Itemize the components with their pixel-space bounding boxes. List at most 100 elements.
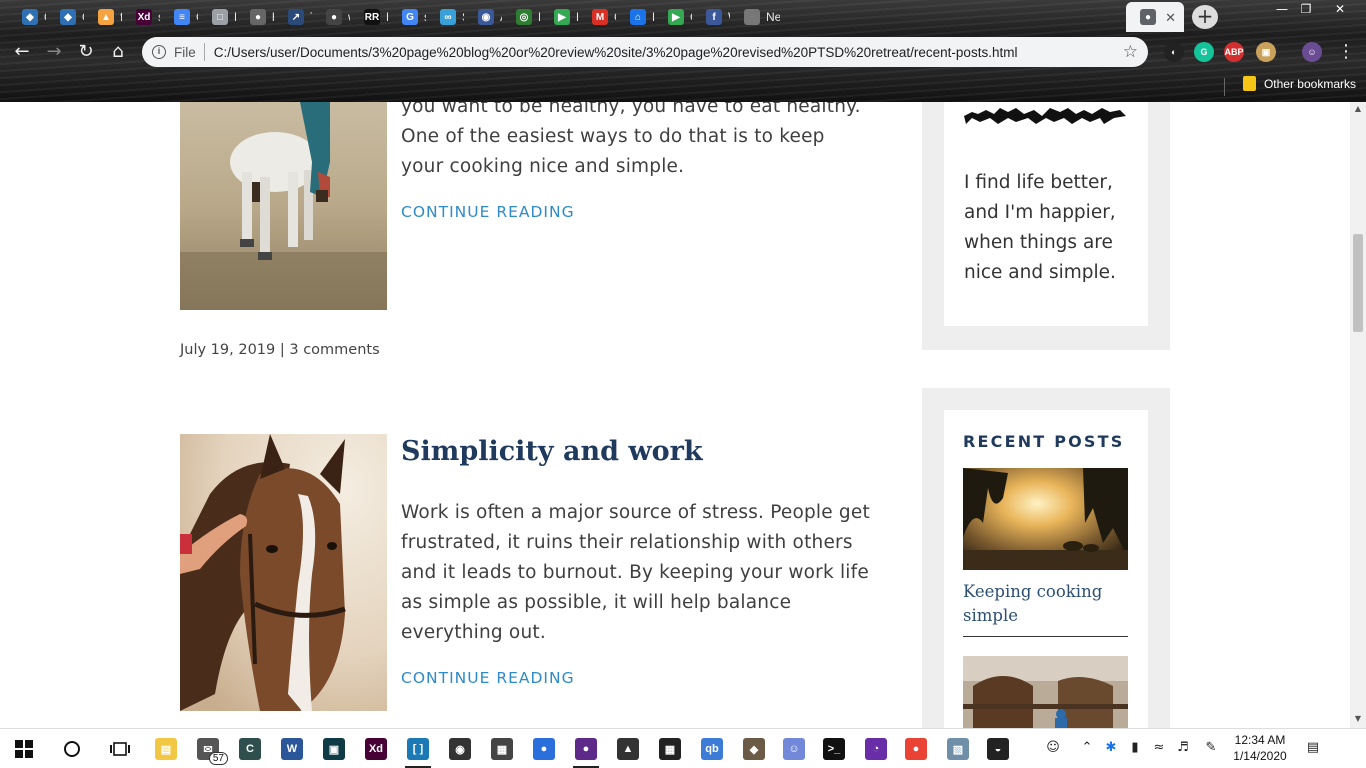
back-icon[interactable]: ← bbox=[10, 40, 34, 64]
browser-tab[interactable]: ▲fle bbox=[84, 2, 122, 32]
continue-reading-link[interactable]: CONTINUE READING bbox=[401, 669, 575, 687]
extension-icon[interactable]: ☺ bbox=[1302, 42, 1322, 62]
inkscape-icon: ▲ bbox=[617, 738, 639, 760]
taskbar-app-button[interactable]: ☺ bbox=[778, 733, 810, 765]
browser-tab[interactable]: fWi bbox=[692, 2, 730, 32]
taskbar-app-button[interactable]: ▲ bbox=[612, 733, 644, 765]
browser-tab[interactable]: ∞Sin bbox=[426, 2, 464, 32]
browser-tab[interactable]: ⌂Re bbox=[616, 2, 654, 32]
taskbar-app-button[interactable]: ● bbox=[528, 733, 560, 765]
taskbar-app-button[interactable]: W bbox=[276, 733, 308, 765]
taskbar-app-button[interactable]: ✉ 57 bbox=[192, 733, 228, 765]
taskbar-app-button[interactable]: qb bbox=[696, 733, 728, 765]
browser-tab[interactable]: ●he bbox=[236, 2, 274, 32]
bluetooth-icon[interactable]: ✱ bbox=[1102, 740, 1120, 758]
scroll-thumb[interactable] bbox=[1353, 234, 1363, 332]
cortana-search-button[interactable] bbox=[56, 733, 88, 765]
browser-tab[interactable]: ▶Bry bbox=[540, 2, 578, 32]
scroll-down-icon[interactable]: ▼ bbox=[1350, 714, 1366, 726]
taskbar-app-button[interactable]: ◆ bbox=[738, 733, 770, 765]
taskbar-app-button[interactable]: ▦ bbox=[654, 733, 686, 765]
post-image-rider[interactable] bbox=[180, 102, 387, 310]
extension-icon[interactable]: ABP bbox=[1224, 42, 1244, 62]
browser-tab[interactable]: ◎Ex bbox=[502, 2, 540, 32]
tab-label: New Ta bbox=[766, 10, 780, 24]
recent-post-image[interactable] bbox=[963, 468, 1128, 570]
browser-tab[interactable]: Gsin bbox=[388, 2, 426, 32]
people-icon[interactable]: ☺ bbox=[1044, 740, 1062, 758]
browser-tab[interactable]: Xdspl bbox=[122, 2, 160, 32]
bookmark-star-icon[interactable]: ☆ bbox=[1123, 42, 1138, 62]
browser-tab[interactable]: ◆On bbox=[46, 2, 84, 32]
post-excerpt: Work is often a major source of stress. … bbox=[401, 502, 870, 643]
restore-button[interactable]: ❐ bbox=[1294, 2, 1318, 18]
bookmarks-divider bbox=[1224, 78, 1225, 96]
taskbar-app-button[interactable]: Xd bbox=[360, 733, 392, 765]
browser-tab[interactable]: ≡Co bbox=[160, 2, 198, 32]
browser-tab[interactable]: RRNe bbox=[350, 2, 388, 32]
task-view-button[interactable] bbox=[104, 733, 136, 765]
browser-tab[interactable]: ◉Ab bbox=[464, 2, 502, 32]
close-window-button[interactable]: ✕ bbox=[1328, 2, 1352, 18]
clock-date: 1/14/2020 bbox=[1233, 749, 1287, 763]
url-scheme-label: File bbox=[174, 44, 196, 60]
browser-tab[interactable]: ◆On bbox=[8, 2, 46, 32]
recent-posts-heading: RECENT POSTS bbox=[963, 432, 1125, 451]
taskbar-app-button[interactable]: ◉ bbox=[444, 733, 476, 765]
file-explorer-icon: ▤ bbox=[155, 738, 177, 760]
page-scrollbar[interactable]: ▲ ▼ bbox=[1350, 102, 1366, 728]
taskbar-app-button[interactable]: ◒ bbox=[982, 733, 1014, 765]
browser-tab[interactable]: MCo bbox=[578, 2, 616, 32]
taskbar-app-button[interactable]: >_ bbox=[818, 733, 850, 765]
taskbar-app-button[interactable]: ● bbox=[570, 733, 602, 768]
recent-post-title[interactable]: Keeping cooking simple bbox=[963, 580, 1128, 628]
minimize-button[interactable]: — bbox=[1270, 2, 1294, 18]
taskbar-app-button[interactable]: ● bbox=[900, 733, 932, 765]
active-browser-tab[interactable]: ● ✕ bbox=[1126, 2, 1184, 32]
taskbar-app-button[interactable]: ▤ bbox=[150, 733, 182, 765]
windows-taskbar: ▤ ✉ 57 C W ▣ Xd [ ] ◉ ▦ ● ● ▲ ▦ qb ◆ ☺ >_ ◔ ● ▧ ◒ ☺ ⌃ ✱ ▮ ≈ ♬… bbox=[0, 728, 1366, 768]
extension-icon[interactable]: ▣ bbox=[1256, 42, 1276, 62]
taskbar-app-button[interactable]: ▧ bbox=[942, 733, 974, 765]
show-hidden-icons[interactable]: ⌃ bbox=[1078, 740, 1096, 758]
pen-icon[interactable]: ✎ bbox=[1202, 740, 1220, 758]
taskbar-app-button[interactable]: [ ] bbox=[402, 733, 434, 768]
new-tab-button[interactable]: + bbox=[1192, 5, 1218, 29]
browser-tab[interactable]: ↗Th bbox=[274, 2, 312, 32]
taskbar-app-button[interactable]: ▣ bbox=[318, 733, 350, 765]
recent-post-divider bbox=[963, 636, 1128, 637]
scroll-up-icon[interactable]: ▲ bbox=[1350, 104, 1366, 116]
taskbar-app-button[interactable]: ▦ bbox=[486, 733, 518, 765]
browser-tab[interactable]: New Ta bbox=[730, 2, 780, 32]
close-tab-icon[interactable]: ✕ bbox=[1165, 10, 1176, 26]
action-center-icon[interactable]: ▤ bbox=[1304, 740, 1322, 758]
extension-icon[interactable]: G bbox=[1194, 42, 1214, 62]
post-image-horse[interactable] bbox=[180, 434, 387, 711]
volume-icon[interactable]: ♬ bbox=[1174, 740, 1192, 758]
browser-tab[interactable]: ▶Go bbox=[654, 2, 692, 32]
address-bar[interactable]: i File C:/Users/user/Documents/3%20page%… bbox=[142, 37, 1148, 67]
url-divider bbox=[203, 43, 205, 61]
reload-icon[interactable]: ↻ bbox=[74, 40, 98, 64]
wifi-icon[interactable]: ≈ bbox=[1150, 740, 1168, 758]
forward-icon[interactable]: → bbox=[42, 40, 66, 64]
other-bookmarks-button[interactable]: Other bookmarks bbox=[1242, 76, 1356, 91]
recent-post-image[interactable] bbox=[963, 656, 1128, 728]
browser-tab[interactable]: □Fro bbox=[198, 2, 236, 32]
continue-reading-link[interactable]: CONTINUE READING bbox=[401, 203, 575, 221]
extension-icon[interactable]: ◐ bbox=[1164, 42, 1184, 62]
post-title[interactable]: Simplicity and work bbox=[401, 436, 703, 467]
taskbar-app-button[interactable]: ◔ bbox=[860, 733, 892, 765]
battery-icon[interactable]: ▮ bbox=[1126, 740, 1144, 758]
start-button[interactable] bbox=[8, 733, 40, 765]
taskbar-app-button[interactable]: C bbox=[234, 733, 266, 765]
info-icon[interactable]: i bbox=[152, 45, 166, 59]
home-icon[interactable]: ⌂ bbox=[106, 40, 130, 64]
browser-tab[interactable]: ●wv bbox=[312, 2, 350, 32]
taskbar-clock[interactable]: 12:34 AM 1/14/2020 bbox=[1229, 732, 1291, 764]
menu-icon[interactable]: ⋮ bbox=[1334, 40, 1358, 64]
comments-link[interactable]: 3 comments bbox=[289, 342, 379, 358]
firefox-icon: ● bbox=[533, 738, 555, 760]
url-text[interactable]: C:/Users/user/Documents/3%20page%20blog%… bbox=[214, 45, 1123, 60]
browser-toolbar: ← → ↻ ⌂ i File C:/Users/user/Documents/3… bbox=[0, 34, 1366, 70]
